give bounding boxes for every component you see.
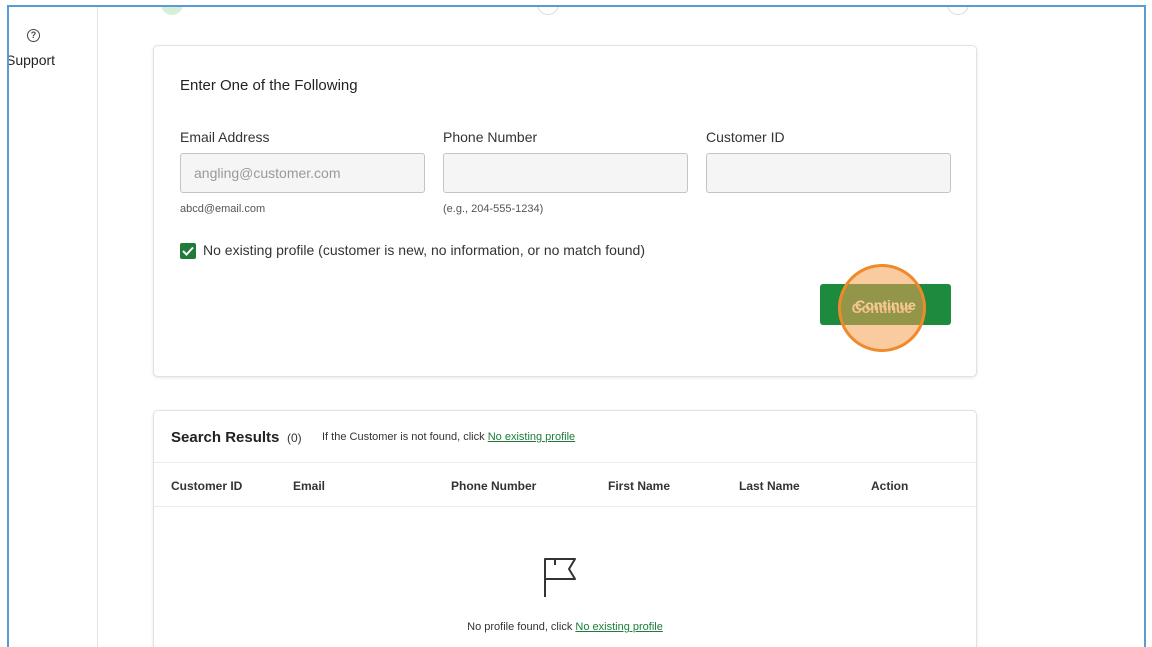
stepper-step-3 — [947, 7, 969, 15]
checkmark-icon — [182, 246, 194, 256]
empty-state-text: No profile found, click — [467, 621, 573, 633]
continue-button[interactable]: Continue — [820, 284, 951, 325]
stepper-step-2 — [537, 7, 559, 15]
app-frame: ? Support Enter One of the Following Ema… — [7, 5, 1146, 647]
table-header-divider — [154, 506, 976, 507]
no-profile-label[interactable]: No existing profile (customer is new, no… — [203, 242, 645, 258]
flag-icon — [544, 558, 576, 597]
results-count: (0) — [287, 431, 302, 445]
customer-id-label: Customer ID — [706, 129, 785, 145]
customer-search-card: Enter One of the Following Email Address… — [153, 45, 977, 377]
phone-input[interactable] — [443, 153, 688, 193]
phone-label: Phone Number — [443, 129, 538, 145]
column-header-customer-id[interactable]: Customer ID — [171, 479, 242, 493]
question-circle-icon: ? — [27, 29, 40, 42]
customer-id-input[interactable] — [706, 153, 951, 193]
column-header-first-name[interactable]: First Name — [608, 479, 670, 493]
phone-hint: (e.g., 204-555-1234) — [443, 203, 544, 215]
empty-state-no-existing-profile-link[interactable]: No existing profile — [575, 621, 662, 633]
column-header-phone-number[interactable]: Phone Number — [451, 479, 536, 493]
column-header-action: Action — [871, 479, 909, 493]
sidebar: ? Support — [9, 7, 98, 647]
email-input[interactable] — [180, 153, 425, 193]
empty-state-message: No profile found, click No existing prof… — [154, 621, 976, 633]
results-title: Search Results — [171, 429, 280, 446]
results-hint-text: If the Customer is not found, click — [322, 431, 485, 443]
results-header: Search Results (0) If the Customer is no… — [154, 411, 976, 463]
results-hint: If the Customer is not found, click No e… — [322, 431, 575, 443]
search-results-card: Search Results (0) If the Customer is no… — [153, 410, 977, 647]
no-profile-checkbox[interactable] — [180, 243, 196, 259]
support-label: Support — [7, 52, 56, 68]
email-hint: abcd@email.com — [180, 203, 266, 215]
section-title: Enter One of the Following — [180, 77, 358, 94]
stepper-step-1 — [161, 7, 183, 15]
column-header-email[interactable]: Email — [293, 479, 325, 493]
column-header-last-name[interactable]: Last Name — [739, 479, 800, 493]
email-label: Email Address — [180, 129, 270, 145]
no-existing-profile-link[interactable]: No existing profile — [488, 431, 575, 443]
